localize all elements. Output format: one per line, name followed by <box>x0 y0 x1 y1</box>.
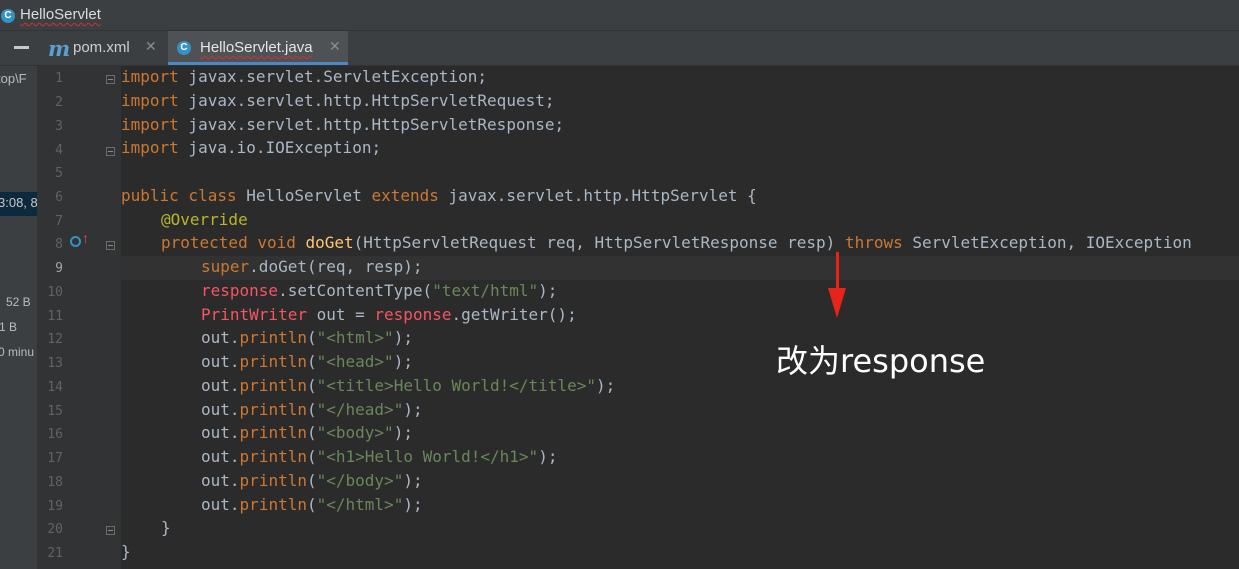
line-number: 20 <box>47 522 63 537</box>
line-number: 7 <box>55 214 63 229</box>
line-number: 6 <box>55 190 63 205</box>
tab-pom-xml[interactable]: m pom.xml ✕ <box>40 31 160 65</box>
annotation-caption: 改为response <box>776 342 986 380</box>
line-number: 4 <box>55 143 63 158</box>
line-number: 3 <box>55 119 63 134</box>
code-line: out.println("<html>"); <box>201 328 413 347</box>
override-method-icon[interactable] <box>70 236 81 247</box>
window-title: HelloServlet <box>20 6 101 23</box>
code-line: } <box>121 542 131 561</box>
code-line: import javax.servlet.http.HttpServletReq… <box>121 91 555 110</box>
time-fragment: 3:08, 8 <box>0 195 38 210</box>
project-path-fragment: top\F <box>0 71 27 86</box>
tab-helloservlet-java[interactable]: C HelloServlet.java ✕ <box>168 31 348 65</box>
tab-label: pom.xml <box>73 39 130 56</box>
annotation-arrow-head <box>828 288 846 318</box>
annotation-arrow-icon <box>836 252 839 290</box>
fold-icon[interactable] <box>106 241 115 250</box>
code-line: out.println("</html>"); <box>201 495 423 514</box>
code-line: } <box>161 518 171 537</box>
line-number: 19 <box>47 499 63 514</box>
line-number: 18 <box>47 475 63 490</box>
fold-icon[interactable] <box>106 75 115 84</box>
line-number: 10 <box>47 285 63 300</box>
code-line: public class HelloServlet extends javax.… <box>121 186 757 205</box>
code-line: PrintWriter out = response.getWriter(); <box>201 305 577 324</box>
modified-time: 0 minu <box>0 345 35 359</box>
code-line: import javax.servlet.ServletException; <box>121 67 488 86</box>
line-number: 15 <box>47 404 63 419</box>
line-number: 21 <box>47 546 63 561</box>
code-editor[interactable]: import javax.servlet.ServletException; i… <box>121 66 1239 569</box>
fold-icon[interactable] <box>106 526 115 535</box>
close-icon[interactable]: ✕ <box>329 38 341 55</box>
java-class-icon: C <box>1 9 15 23</box>
project-panel[interactable]: top\F 3:08, 8 52 B 1 B 0 minu <box>0 66 38 569</box>
override-arrow-icon: ↑ <box>82 230 89 246</box>
code-line: out.println("<body>"); <box>201 423 413 442</box>
code-line: super.doGet(req, resp); <box>201 257 423 276</box>
editor-tab-strip: m pom.xml ✕ C HelloServlet.java ✕ <box>0 31 1239 66</box>
code-line: out.println("</head>"); <box>201 400 423 419</box>
line-number: 2 <box>55 95 63 110</box>
line-number: 13 <box>47 356 63 371</box>
java-class-icon: C <box>177 41 191 55</box>
line-number-current: 9 <box>55 261 63 276</box>
line-number: 12 <box>47 332 63 347</box>
line-number: 11 <box>47 309 63 324</box>
code-line: import java.io.IOException; <box>121 138 382 157</box>
code-line: @Override <box>161 210 248 229</box>
code-line: out.println("<head>"); <box>201 352 413 371</box>
line-number: 1 <box>55 71 63 86</box>
tab-label: HelloServlet.java <box>200 39 313 56</box>
code-line: out.println("<h1>Hello World!</h1>"); <box>201 447 558 466</box>
code-line: import javax.servlet.http.HttpServletRes… <box>121 115 565 134</box>
line-number: 8 <box>55 237 63 252</box>
fold-icon[interactable] <box>106 147 115 156</box>
file-size: 52 B <box>6 295 31 309</box>
line-number-gutter[interactable]: 1 2 3 4 5 6 7 8 9 10 11 12 13 14 15 16 1… <box>38 66 121 569</box>
title-bar: C HelloServlet <box>0 0 1239 31</box>
code-line: protected void doGet(HttpServletRequest … <box>161 233 1192 252</box>
code-line: response.setContentType("text/html"); <box>201 281 558 300</box>
close-icon[interactable]: ✕ <box>145 38 157 55</box>
minimize-panel-icon[interactable] <box>14 46 29 49</box>
line-number: 14 <box>47 380 63 395</box>
line-number: 16 <box>47 427 63 442</box>
maven-icon: m <box>48 36 71 61</box>
code-line: out.println("<title>Hello World!</title>… <box>201 376 616 395</box>
code-line: out.println("</body>"); <box>201 471 423 490</box>
file-size: 1 B <box>0 320 18 334</box>
line-number: 5 <box>55 166 63 181</box>
line-number: 17 <box>47 451 63 466</box>
